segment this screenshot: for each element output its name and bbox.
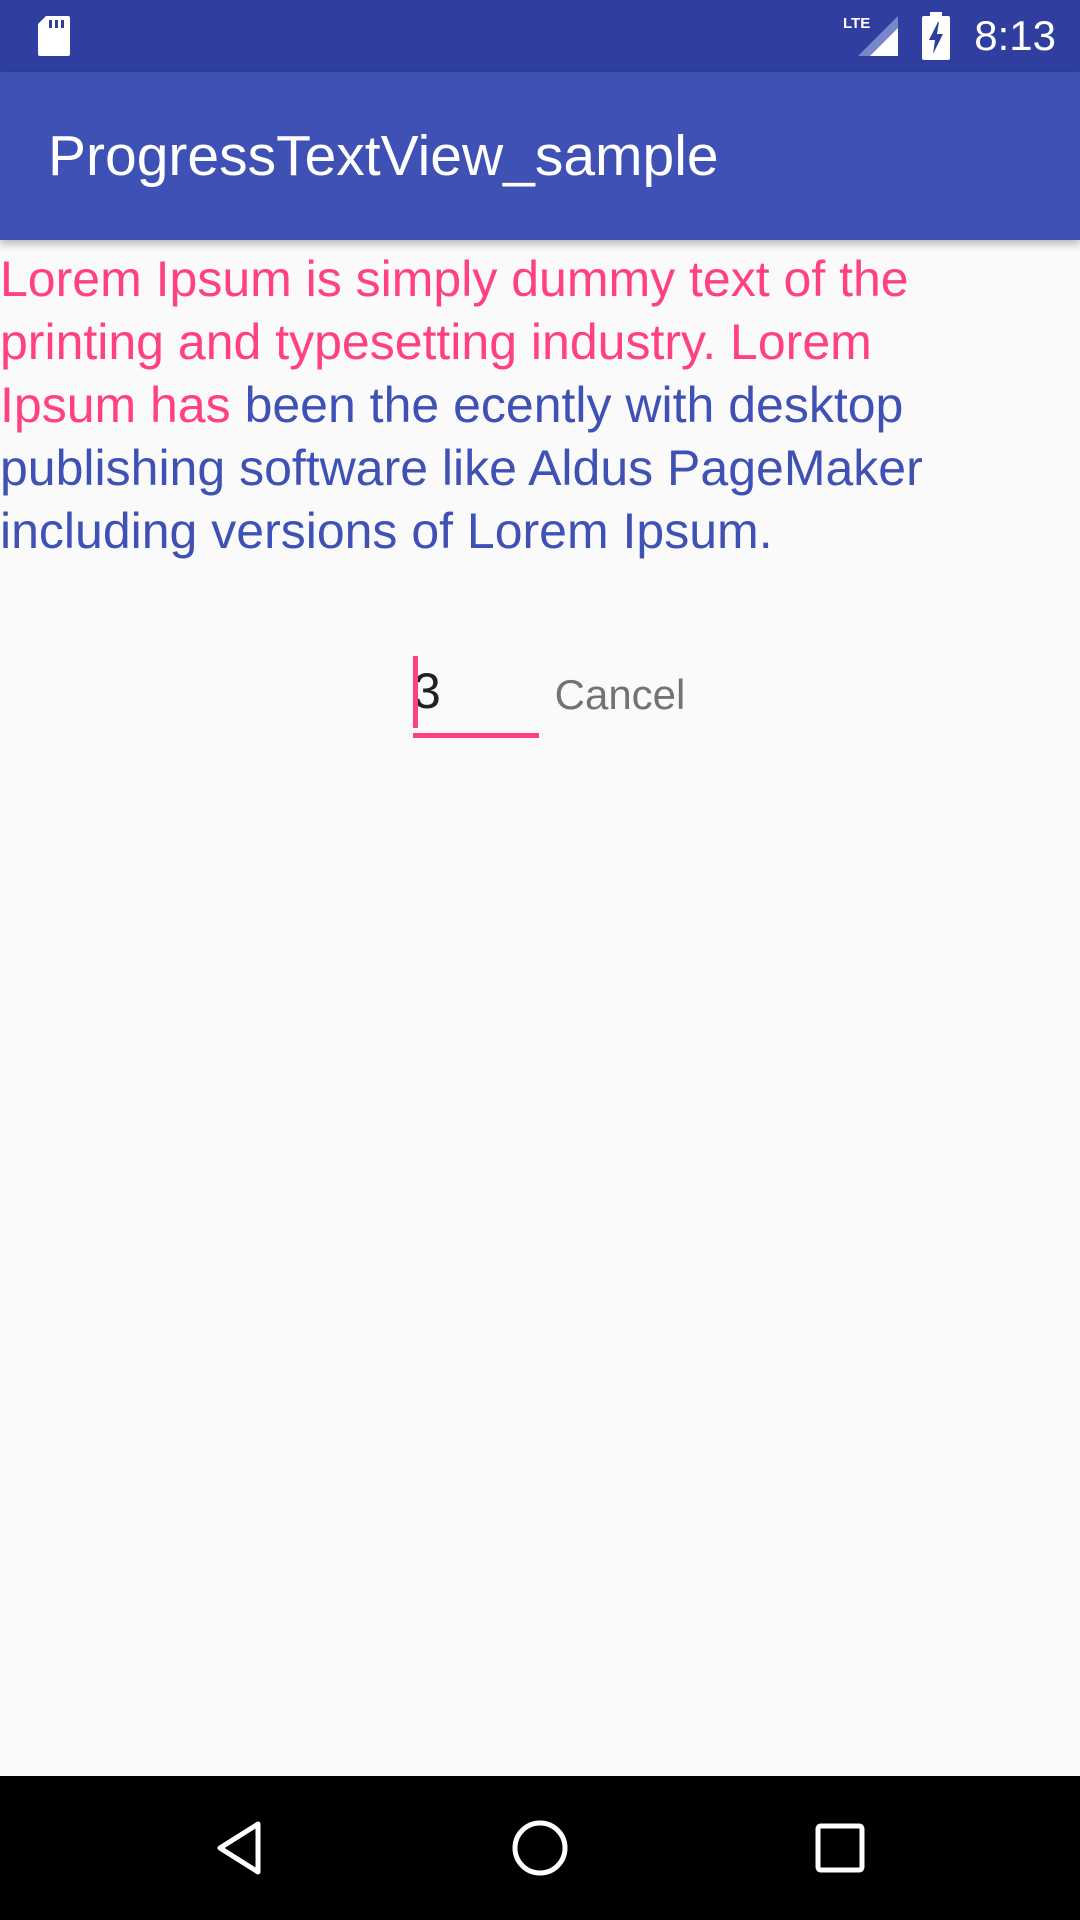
- home-icon[interactable]: [510, 1818, 570, 1878]
- navigation-bar: [0, 1776, 1080, 1920]
- status-clock: 8:13: [974, 12, 1056, 59]
- number-input-underline: [413, 733, 539, 738]
- progress-text-view: Lorem Ipsum is simply dummy text of the …: [0, 248, 1080, 563]
- text-cursor: [413, 656, 418, 728]
- battery-charging-icon: [922, 12, 950, 60]
- app-title: ProgressTextView_sample: [48, 124, 719, 188]
- recent-apps-icon[interactable]: [810, 1818, 870, 1878]
- back-icon[interactable]: [210, 1818, 270, 1878]
- status-bar: LTE 8:13: [0, 0, 1080, 72]
- cancel-button[interactable]: Cancel: [540, 652, 700, 738]
- lte-signal-icon: LTE: [843, 15, 898, 56]
- app-bar: ProgressTextView_sample: [0, 72, 1080, 240]
- svg-text:LTE: LTE: [843, 15, 870, 32]
- sd-card-icon: [38, 16, 70, 56]
- number-input[interactable]: 3: [413, 652, 539, 738]
- screen: LTE 8:13 ProgressTextView_sample Lorem I…: [0, 0, 1080, 1920]
